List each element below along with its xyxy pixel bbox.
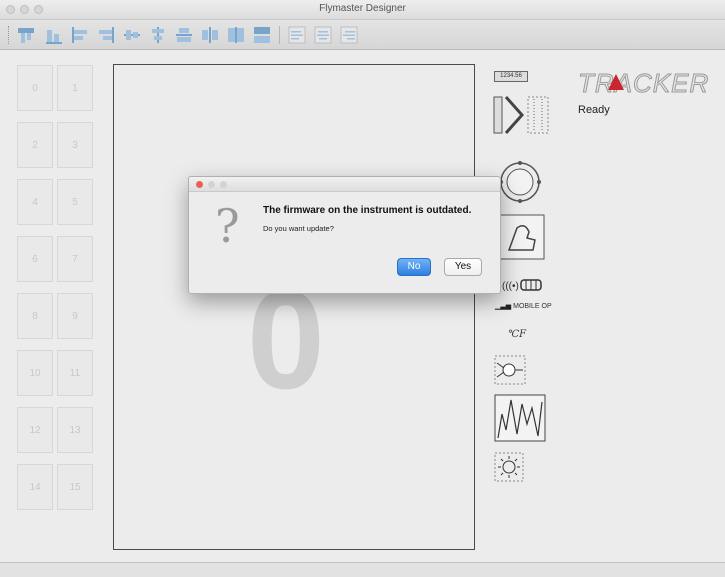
tracker-logo: TRACKER bbox=[577, 68, 710, 99]
center-vertical-icon bbox=[152, 27, 164, 43]
page-slot-8[interactable]: 8 bbox=[17, 293, 53, 339]
align-middle-button[interactable] bbox=[200, 25, 220, 45]
svg-text:(((•): (((•) bbox=[502, 281, 519, 292]
align-left-icon bbox=[18, 28, 34, 43]
page-slot-6[interactable]: 6 bbox=[17, 236, 53, 282]
page-slot-10[interactable]: 10 bbox=[17, 350, 53, 396]
vario-bar-widget-icon[interactable] bbox=[492, 93, 554, 137]
glider-icon-widget[interactable] bbox=[494, 355, 526, 385]
svg-text:℃F: ℃F bbox=[508, 329, 527, 340]
equal-height-icon bbox=[254, 27, 270, 43]
sun-widget-icon[interactable] bbox=[494, 452, 524, 482]
bottom-bar bbox=[0, 562, 725, 577]
mobile-operator-label: MOBILE OP bbox=[513, 303, 552, 310]
page-slot-3[interactable]: 3 bbox=[57, 122, 93, 168]
align-right-icon bbox=[99, 27, 114, 43]
page-slot-4[interactable]: 4 bbox=[17, 179, 53, 225]
align-top-button[interactable] bbox=[174, 25, 194, 45]
graph-widget-icon[interactable] bbox=[494, 394, 546, 442]
page-slot-1[interactable]: 1 bbox=[57, 65, 93, 111]
yes-button[interactable]: Yes bbox=[444, 258, 482, 276]
center-vertical-button[interactable] bbox=[148, 25, 168, 45]
text-center-icon bbox=[314, 26, 332, 44]
mobile-operator-widget[interactable]: ▁▃▅ MOBILE OP bbox=[495, 302, 565, 314]
text-left-button[interactable] bbox=[287, 25, 307, 45]
wind-indicator-widget-icon[interactable] bbox=[499, 214, 545, 260]
numeric-widget[interactable]: 1234.56 bbox=[494, 71, 528, 82]
page-slot-12[interactable]: 12 bbox=[17, 407, 53, 453]
center-horizontal-button[interactable] bbox=[122, 25, 142, 45]
question-icon: ? bbox=[215, 199, 240, 253]
dialog-informative-text: Do you want update? bbox=[263, 224, 334, 233]
status-text: Ready bbox=[578, 104, 610, 116]
dialog-minimize-button[interactable] bbox=[208, 181, 215, 188]
align-right-button[interactable] bbox=[96, 25, 116, 45]
text-right-icon bbox=[340, 26, 358, 44]
toolbar-separator bbox=[279, 26, 280, 44]
window-title: Flymaster Designer bbox=[319, 3, 406, 14]
signal-bars-icon: ▁▃▅ bbox=[495, 303, 512, 310]
align-middle-icon bbox=[202, 27, 218, 43]
temperature-widget-icon[interactable]: ℃F bbox=[507, 326, 531, 340]
dialog-titlebar bbox=[189, 177, 500, 192]
page-slot-2[interactable]: 2 bbox=[17, 122, 53, 168]
dialog-close-button[interactable] bbox=[196, 181, 203, 188]
toolbar-grip bbox=[8, 26, 11, 44]
align-left-button[interactable] bbox=[16, 25, 36, 45]
compass-widget-icon[interactable] bbox=[498, 160, 542, 204]
page-slot-5[interactable]: 5 bbox=[57, 179, 93, 225]
toolbar bbox=[0, 20, 725, 50]
equal-height-button[interactable] bbox=[252, 25, 272, 45]
page-slot-0[interactable]: 0 bbox=[17, 65, 53, 111]
page-slot-9[interactable]: 9 bbox=[57, 293, 93, 339]
tracker-logo-accent-icon bbox=[608, 74, 624, 90]
page-slot-14[interactable]: 14 bbox=[17, 464, 53, 510]
text-left-icon bbox=[288, 26, 306, 44]
battery-signal-widget-icon[interactable]: (((•) bbox=[501, 277, 543, 293]
dialog-zoom-button[interactable] bbox=[220, 181, 227, 188]
text-right-button[interactable] bbox=[339, 25, 359, 45]
equal-width-icon bbox=[228, 27, 244, 43]
align-bottom-icon bbox=[72, 27, 87, 43]
text-center-button[interactable] bbox=[313, 25, 333, 45]
title-bar: Flymaster Designer bbox=[0, 0, 725, 20]
page-slot-13[interactable]: 13 bbox=[57, 407, 93, 453]
center-horizontal-icon bbox=[124, 30, 140, 40]
page-slot-15[interactable]: 15 bbox=[57, 464, 93, 510]
page-slot-11[interactable]: 11 bbox=[57, 350, 93, 396]
align-bottom-left-icon bbox=[46, 30, 62, 44]
equal-width-button[interactable] bbox=[226, 25, 246, 45]
page-slot-7[interactable]: 7 bbox=[57, 236, 93, 282]
dialog-message: The firmware on the instrument is outdat… bbox=[263, 205, 472, 216]
align-bottom-left-button[interactable] bbox=[44, 25, 64, 45]
no-button[interactable]: No bbox=[397, 258, 431, 276]
align-bottom-button[interactable] bbox=[70, 25, 90, 45]
firmware-alert-dialog: ? The firmware on the instrument is outd… bbox=[188, 176, 501, 294]
align-top-icon bbox=[176, 28, 192, 42]
